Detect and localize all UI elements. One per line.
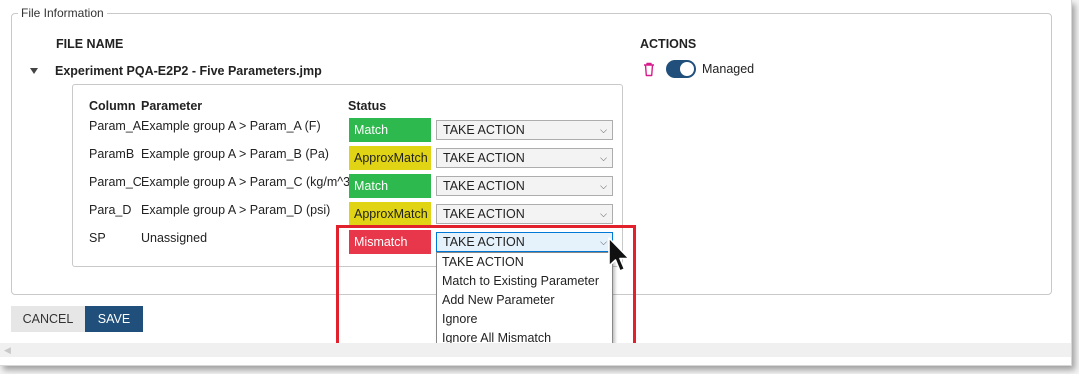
select-value: TAKE ACTION (443, 207, 525, 221)
status-badge: ApproxMatch (349, 202, 431, 226)
select-value: TAKE ACTION (443, 235, 525, 249)
chevron-down-icon: ⌵ (600, 124, 607, 135)
file-actions: Managed (640, 60, 754, 78)
save-button[interactable]: SAVE (85, 306, 143, 332)
select-value: TAKE ACTION (443, 151, 525, 165)
status-badge: Match (349, 118, 431, 142)
row-parameter: Example group A > Param_D (psi) (141, 203, 331, 217)
parameter-header: Parameter (141, 99, 203, 113)
horizontal-scrollbar[interactable]: ◀ (0, 343, 1071, 357)
row-column-name: Param_C (89, 175, 142, 189)
managed-toggle[interactable] (666, 60, 696, 78)
row-parameter: Example group A > Param_A (F) (141, 119, 321, 133)
triangle-down-icon[interactable] (30, 68, 38, 74)
file-row: Experiment PQA-E2P2 - Five Parameters.jm… (30, 64, 322, 78)
toggle-knob (680, 62, 694, 76)
scroll-left-icon[interactable]: ◀ (4, 345, 11, 356)
action-dropdown-menu: TAKE ACTION Match to Existing Parameter … (436, 252, 613, 349)
dropdown-option-add-new[interactable]: Add New Parameter (437, 291, 612, 310)
row-column-name: SP (89, 231, 106, 245)
file-information-legend: File Information (21, 6, 104, 20)
row-column-name: Para_D (89, 203, 132, 217)
row-parameter: Unassigned (141, 231, 208, 245)
take-action-select[interactable]: TAKE ACTION ⌵ (436, 120, 613, 140)
chevron-down-icon: ⌵ (600, 152, 607, 163)
status-badge: Mismatch (349, 230, 431, 254)
status-badge: ApproxMatch (349, 146, 431, 170)
file-name: Experiment PQA-E2P2 - Five Parameters.jm… (55, 64, 322, 78)
row-column-name: ParamB (89, 147, 135, 161)
file-name-header: FILE NAME (56, 37, 124, 51)
take-action-select-open[interactable]: TAKE ACTION ⌵ (436, 232, 613, 252)
row-parameter: Example group A > Param_C (kg/m^3) (141, 175, 355, 189)
chevron-down-icon: ⌵ (600, 180, 607, 191)
row-column-name: Param_A (89, 119, 142, 133)
dropdown-option-take-action[interactable]: TAKE ACTION (437, 253, 612, 272)
managed-label: Managed (702, 62, 755, 76)
dropdown-option-match-existing[interactable]: Match to Existing Parameter (437, 272, 612, 291)
row-parameter: Example group A > Param_B (Pa) (141, 147, 329, 161)
actions-header: ACTIONS (640, 37, 697, 51)
mouse-cursor-icon (608, 237, 630, 272)
take-action-select[interactable]: TAKE ACTION ⌵ (436, 204, 613, 224)
trash-icon[interactable] (640, 60, 658, 78)
take-action-select[interactable]: TAKE ACTION ⌵ (436, 148, 613, 168)
status-badge: Match (349, 174, 431, 198)
column-header: Column (89, 99, 136, 113)
take-action-select[interactable]: TAKE ACTION ⌵ (436, 176, 613, 196)
chevron-down-icon: ⌵ (600, 208, 607, 219)
status-header: Status (348, 99, 387, 113)
select-value: TAKE ACTION (443, 179, 525, 193)
app-window: File Information FILE NAME ACTIONS Exper… (0, 0, 1072, 366)
cancel-button[interactable]: CANCEL (11, 306, 85, 332)
dropdown-option-ignore[interactable]: Ignore (437, 310, 612, 329)
select-value: TAKE ACTION (443, 123, 525, 137)
